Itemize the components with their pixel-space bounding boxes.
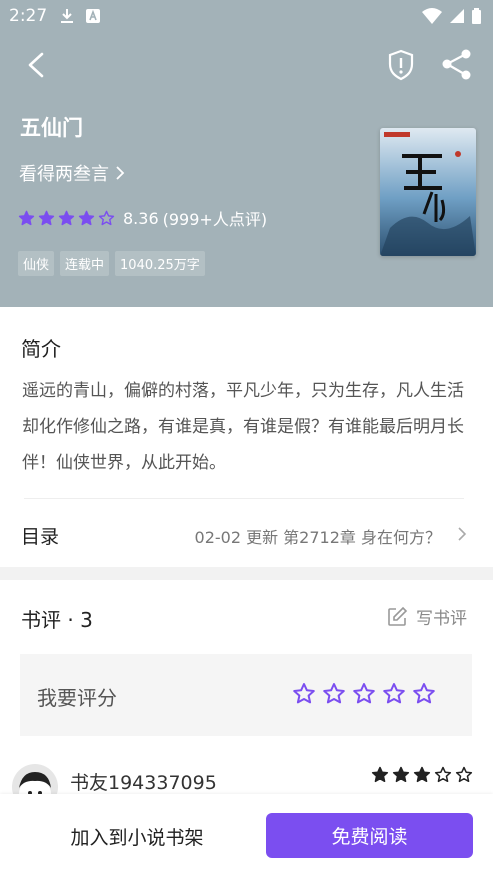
- book-header: 2:27 五仙门 看得两叁言 8.36 (999+人点评) 仙侠 连载中 104…: [0, 0, 493, 307]
- wifi-icon: [422, 8, 442, 24]
- add-to-shelf-button[interactable]: 加入到小说书架: [24, 814, 250, 858]
- share-icon: [442, 49, 471, 80]
- book-cover[interactable]: [380, 128, 476, 256]
- signal-icon: [450, 9, 464, 23]
- author-link[interactable]: 看得两叁言: [19, 160, 125, 186]
- reviewer-stars: [371, 766, 473, 784]
- bottom-bar: 加入到小说书架 免费阅读: [0, 794, 493, 878]
- star-icon: [18, 210, 35, 225]
- rating-count: (999+人点评): [162, 210, 268, 229]
- star-icon: [78, 210, 95, 225]
- cover-art: [380, 128, 476, 256]
- back-button[interactable]: [22, 48, 52, 82]
- divider: [24, 498, 464, 499]
- rate-star-icon[interactable]: [382, 682, 406, 706]
- write-review-button[interactable]: 写书评: [386, 604, 467, 629]
- star-icon: [371, 766, 389, 783]
- rate-star-icon[interactable]: [412, 682, 436, 706]
- star-icon: [38, 210, 55, 225]
- intro-text: 遥远的青山，偏僻的村落，平凡少年，只为生存，凡人生活却化作修仙之路，有谁是真，有…: [22, 381, 464, 473]
- rate-star-icon[interactable]: [352, 682, 376, 706]
- status-time: 2:27: [9, 6, 48, 26]
- rate-stars: [292, 682, 436, 706]
- app-bar: [0, 40, 493, 90]
- tag-genre: 仙侠: [18, 251, 55, 276]
- share-button[interactable]: [440, 48, 474, 82]
- author-name: 看得两叁言: [19, 164, 109, 185]
- reviewer-name: 书友194337095: [70, 772, 217, 794]
- tag-word-count: 1040.25万字: [115, 251, 205, 276]
- battery-icon: [472, 8, 481, 24]
- rating-value: 8.36: [123, 208, 159, 228]
- reviews-heading: 书评 · 3: [21, 608, 93, 632]
- status-bar: 2:27: [0, 0, 493, 34]
- shield-alert-icon: [388, 49, 414, 81]
- star-icon: [455, 766, 473, 783]
- book-tags: 仙侠 连载中 1040.25万字: [18, 251, 205, 276]
- toc-label: 目录: [21, 526, 60, 548]
- write-review-label: 写书评: [416, 609, 467, 629]
- star-icon: [413, 766, 431, 783]
- free-read-button[interactable]: 免费阅读: [266, 813, 473, 858]
- app-notification-icon: [86, 9, 100, 23]
- back-icon: [28, 52, 44, 78]
- intro-heading: 简介: [21, 337, 61, 361]
- latest-chapter: 02-02 更新 第2712章 身在何方？: [194, 528, 441, 547]
- rating-stars: [18, 210, 115, 227]
- report-button[interactable]: [384, 48, 418, 82]
- star-icon: [98, 210, 115, 225]
- chevron-right-icon: [458, 527, 467, 541]
- chevron-right-icon: [116, 166, 125, 180]
- rate-box: 我要评分: [20, 654, 472, 736]
- book-rating: 8.36 (999+人点评): [18, 206, 267, 230]
- status-notifications: [60, 8, 100, 24]
- rate-star-icon[interactable]: [322, 682, 346, 706]
- star-icon: [58, 210, 75, 225]
- rate-label: 我要评分: [37, 686, 117, 710]
- star-icon: [392, 766, 410, 783]
- rate-star-icon[interactable]: [292, 682, 316, 706]
- edit-icon: [388, 606, 408, 626]
- table-of-contents-row[interactable]: 目录 02-02 更新 第2712章 身在何方？: [0, 510, 493, 560]
- star-icon: [434, 766, 452, 783]
- download-icon: [61, 9, 73, 23]
- status-indicators: [422, 8, 481, 24]
- book-title: 五仙门: [20, 116, 83, 140]
- tag-status: 连载中: [60, 251, 110, 276]
